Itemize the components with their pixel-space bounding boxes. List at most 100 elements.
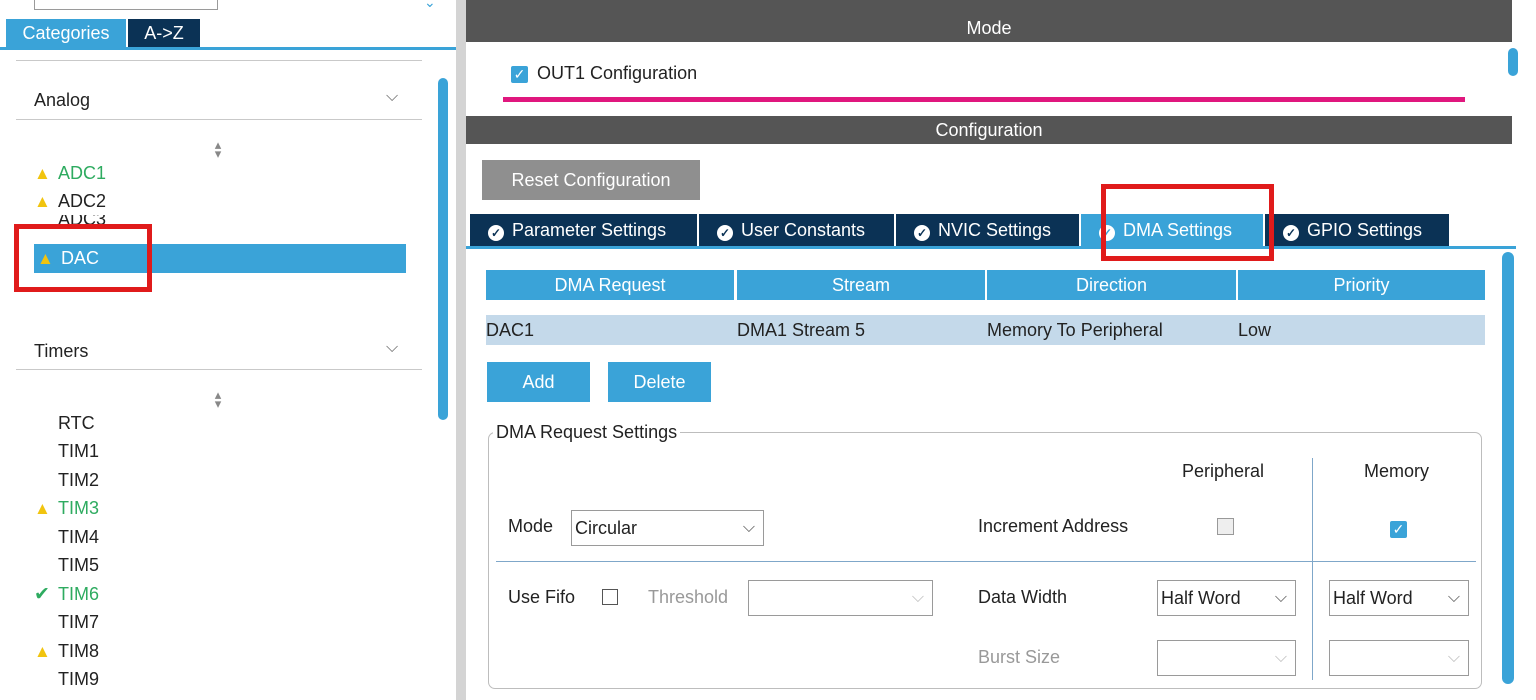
column-header-stream[interactable]: Stream [737, 270, 985, 300]
list-item-tim6[interactable]: ✔ TIM6 [34, 580, 99, 608]
list-item-adc1[interactable]: ▲ ADC1 [34, 159, 106, 187]
highlight-box-dac [14, 224, 152, 292]
chevron-down-icon: ⌵ [1447, 649, 1460, 666]
select-value: Half Word [1161, 588, 1241, 608]
mode-select[interactable]: Circular ⌵ [571, 510, 764, 546]
splitter[interactable] [456, 0, 466, 700]
out1-configuration[interactable]: ✓ OUT1 Configuration [511, 63, 697, 84]
list-item-tim8[interactable]: ▲ TIM8 [34, 637, 99, 665]
check-circle-icon: ✓ [717, 225, 733, 241]
configuration-panel: Mode ✓ OUT1 Configuration Configuration … [466, 0, 1536, 700]
divider [16, 369, 422, 370]
item-label: TIM2 [58, 470, 100, 490]
highlight-box-dma-settings [1101, 184, 1274, 261]
tab-underline [466, 246, 1516, 249]
reset-configuration-button[interactable]: Reset Configuration [482, 160, 700, 200]
checkmark-icon: ✔ [34, 584, 50, 605]
peripheral-burst-size-select[interactable]: ⌵ [1157, 640, 1296, 676]
mode-scrollbar[interactable] [1508, 48, 1518, 76]
cell-direction: Memory To Peripheral [987, 320, 1163, 340]
peripheral-data-width-select[interactable]: Half Word ⌵ [1157, 580, 1296, 616]
item-label: TIM6 [58, 584, 100, 604]
threshold-select[interactable]: ⌵ [748, 580, 933, 616]
add-button[interactable]: Add [487, 362, 590, 402]
search-input[interactable] [34, 0, 218, 10]
out1-label: OUT1 Configuration [537, 63, 698, 83]
list-item-rtc[interactable]: RTC [34, 409, 95, 437]
sort-arrows-icon[interactable]: ▴ ▾ [211, 388, 225, 410]
cell-stream: DMA1 Stream 5 [737, 320, 866, 340]
use-fifo-label: Use Fifo [508, 587, 576, 607]
item-label: TIM9 [58, 669, 100, 689]
list-item-tim5[interactable]: TIM5 [34, 551, 99, 579]
top-bar [466, 0, 1512, 14]
peripheral-header: Peripheral [1182, 461, 1265, 481]
item-label: TIM8 [58, 641, 100, 661]
list-item-tim7[interactable]: TIM7 [34, 608, 99, 636]
list-item-tim2[interactable]: TIM2 [34, 466, 99, 494]
item-label: TIM4 [58, 527, 100, 547]
list-item-adc2[interactable]: ▲ ADC2 [34, 187, 106, 215]
burst-size-label: Burst Size [978, 647, 1061, 667]
warning-icon: ▲ [34, 642, 51, 661]
divider [16, 60, 422, 61]
check-circle-icon: ✓ [914, 225, 930, 241]
item-label: ADC1 [58, 163, 107, 183]
tab-a-to-z[interactable]: A->Z [128, 19, 200, 48]
peripheral-increment-checkbox[interactable] [1217, 518, 1234, 540]
section-title-timers[interactable]: Timers [34, 341, 88, 362]
configuration-scrollbar[interactable] [1502, 252, 1514, 684]
sort-arrows-icon[interactable]: ▴ ▾ [211, 138, 225, 160]
memory-increment-checkbox[interactable]: ✓ [1390, 518, 1407, 539]
chevron-down-icon[interactable]: ⌵ [386, 339, 398, 357]
list-item-tim9[interactable]: TIM9 [34, 665, 99, 693]
item-label: TIM7 [58, 612, 100, 632]
item-label: TIM5 [58, 555, 100, 575]
check-circle-icon: ✓ [488, 225, 504, 241]
list-item-tim1[interactable]: TIM1 [34, 437, 99, 465]
section-title-analog[interactable]: Analog [34, 90, 90, 111]
categories-panel: ⌄ Categories A->Z Analog ⌵ ▴ ▾ ▲ ADC1 ▲ ADC… [0, 0, 456, 700]
tab-underline [0, 47, 456, 50]
list-item-tim3[interactable]: ▲ TIM3 [34, 494, 99, 522]
column-header-dma-request[interactable]: DMA Request [486, 270, 734, 300]
tab-user-constants[interactable]: ✓ User Constants [699, 214, 894, 246]
checkbox-checked-icon: ✓ [1390, 521, 1407, 538]
checkbox-checked-icon[interactable]: ✓ [511, 66, 528, 83]
table-row[interactable]: DAC1 DMA1 Stream 5 Memory To Peripheral … [486, 315, 1485, 345]
mode-label: Mode [508, 516, 554, 536]
item-label: ADC2 [58, 191, 107, 211]
item-label: TIM3 [58, 498, 100, 518]
divider [16, 119, 422, 120]
tab-categories[interactable]: Categories [6, 19, 126, 48]
left-scrollbar[interactable] [438, 78, 448, 420]
warning-icon: ▲ [34, 499, 51, 518]
memory-header: Memory [1364, 461, 1430, 481]
mode-select-value: Circular [575, 518, 638, 538]
chevron-down-icon: ⌵ [1274, 649, 1287, 666]
memory-burst-size-select[interactable]: ⌵ [1329, 640, 1469, 676]
column-divider [1312, 458, 1313, 680]
increment-address-label: Increment Address [978, 516, 1129, 536]
tab-nvic-settings[interactable]: ✓ NVIC Settings [896, 214, 1079, 246]
chevron-down-icon: ⌵ [1274, 589, 1287, 606]
cell-dma-request: DAC1 [486, 320, 535, 340]
warning-icon: ▲ [34, 164, 51, 183]
memory-data-width-select[interactable]: Half Word ⌵ [1329, 580, 1469, 616]
column-header-direction[interactable]: Direction [987, 270, 1236, 300]
mode-header: Mode [466, 14, 1512, 42]
delete-button[interactable]: Delete [608, 362, 711, 402]
row-divider [496, 561, 1476, 562]
chevron-down-icon: ⌵ [1447, 589, 1460, 606]
tab-gpio-settings[interactable]: ✓ GPIO Settings [1265, 214, 1449, 246]
use-fifo-checkbox[interactable] [602, 589, 618, 610]
column-header-priority[interactable]: Priority [1238, 270, 1485, 300]
dma-request-settings-legend: DMA Request Settings [493, 422, 681, 443]
tab-parameter-settings[interactable]: ✓ Parameter Settings [470, 214, 697, 246]
item-label: RTC [58, 413, 95, 433]
chevron-down-icon[interactable]: ⌄ [424, 0, 436, 10]
configuration-header: Configuration [466, 116, 1512, 144]
chevron-down-icon[interactable]: ⌵ [386, 88, 398, 106]
list-item-tim4[interactable]: TIM4 [34, 523, 99, 551]
data-width-label: Data Width [978, 587, 1068, 607]
